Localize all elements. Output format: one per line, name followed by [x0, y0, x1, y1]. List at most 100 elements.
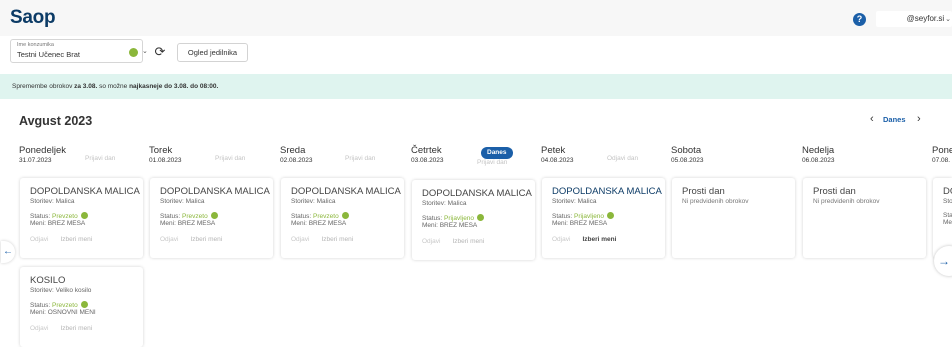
meal-title: DOPOLDANSKA MALICA [422, 188, 532, 199]
chevron-down-icon: ⌄ [945, 16, 951, 23]
day-date: 05.08.2023 [671, 157, 704, 164]
unregister-button[interactable]: Odjavi [30, 236, 48, 243]
today-badge: Danes [481, 147, 513, 159]
status-label: Status: [30, 302, 53, 309]
day-name: Torek [149, 145, 173, 156]
day-header-next-monday: Pone 07.08. [932, 145, 952, 164]
meal-menu: Meni: BREZ MESA [422, 222, 525, 229]
choose-menu-button[interactable]: Izberi meni [582, 236, 616, 243]
choose-menu-button[interactable]: Izberi meni [190, 236, 222, 243]
meal-title: DOPOLDANSKA MALICA [291, 186, 401, 197]
user-menu[interactable]: @seyfor.si⌄ [876, 11, 952, 27]
register-day-button[interactable]: Prijavi dan [85, 155, 115, 162]
meal-menu: Meni: BREZ MESA [160, 220, 263, 227]
meal-card[interactable]: DOPOLDANSKA MALICA Storitev: Malica Stat… [542, 178, 665, 258]
register-day-button[interactable]: Prijavi dan [477, 159, 507, 166]
check-circle-icon [341, 212, 349, 219]
check-circle-icon [129, 48, 138, 57]
view-menu-button[interactable]: Ogled jedilnika [177, 43, 248, 62]
meal-menu: Meni: BREZ MESA [552, 220, 655, 227]
chevron-left-icon[interactable]: ‹ [870, 113, 874, 125]
day-name: Ponedeljek [19, 145, 67, 156]
day-name: Nedelja [802, 145, 835, 156]
menu-label: Meni: [422, 222, 440, 229]
day-date: 31.07.2023 [19, 157, 52, 164]
meal-actions: Odjavi Izberi meni [422, 238, 525, 245]
meal-title: KOSILO [30, 275, 66, 286]
free-day-text: Ni predvidenih obrokov [813, 198, 880, 205]
meal-service: Sto [943, 198, 952, 205]
free-day-text: Ni predvidenih obrokov [682, 198, 749, 205]
unregister-day-button[interactable]: Odjavi dan [607, 155, 638, 162]
meal-status: Status: Prijavljeno [422, 214, 525, 222]
meal-status: Status: Prevzeto [291, 212, 394, 220]
chevron-down-icon: ⌄ [142, 48, 148, 55]
day-date: 01.08.2023 [149, 157, 182, 164]
consumer-select-value: Testni Učenec Brat [17, 50, 80, 59]
day-date: 02.08.2023 [280, 157, 313, 164]
meal-card[interactable]: KOSILO Storitev: Veliko kosilo Status: P… [20, 267, 143, 347]
choose-menu-button[interactable]: Izberi meni [60, 236, 92, 243]
meal-service: Storitev: Malica [422, 200, 467, 207]
unregister-button[interactable]: Odjavi [422, 238, 440, 245]
meal-actions: Odjavi Izberi meni [552, 236, 655, 243]
menu-value: BREZ MESA [177, 220, 216, 227]
meal-actions: Odjavi Izberi meni [291, 236, 394, 243]
meal-card[interactable]: DOPOLDANSKA MALICA Storitev: Malica Stat… [281, 178, 404, 258]
notice-text-1: Spremembe obrokov [12, 83, 75, 90]
meal-status: Sta [943, 212, 952, 219]
refresh-icon[interactable]: ⟳ [151, 43, 169, 61]
unregister-button[interactable]: Odjavi [160, 236, 178, 243]
help-icon[interactable]: ? [853, 13, 866, 26]
today-button[interactable]: Danes [883, 115, 906, 124]
meal-card[interactable]: DOPOLDANSKA MALICA Storitev: Malica Stat… [412, 180, 535, 260]
status-label: Status: [291, 213, 314, 220]
menu-value: BREZ MESA [569, 220, 608, 227]
check-circle-icon [476, 214, 484, 221]
day-header-friday: Petek 04.08.2023 Odjavi dan [541, 145, 669, 164]
unregister-button[interactable]: Odjavi [291, 236, 309, 243]
saop-logo[interactable]: Saop [10, 7, 56, 29]
day-date: 03.08.2023 [411, 157, 444, 164]
menu-label: Meni: [552, 220, 570, 227]
meal-title: DO [943, 186, 952, 197]
meal-service: Storitev: Veliko kosilo [30, 287, 92, 294]
free-day-card: Prosti dan Ni predvidenih obrokov [803, 178, 926, 258]
day-name: Petek [541, 145, 566, 156]
menu-label: Meni: [30, 220, 48, 227]
unregister-button[interactable]: Odjavi [552, 236, 570, 243]
arrow-right-icon[interactable]: → [934, 246, 952, 276]
consumer-select[interactable]: Ime konzumika Testni Učenec Brat ⌄ [10, 39, 148, 63]
menu-value: BREZ MESA [439, 222, 478, 229]
register-day-button[interactable]: Prijavi dan [345, 155, 375, 162]
notice-deadline: najkasneje do 3.08. do 08:00. [129, 83, 219, 90]
arrow-left-icon[interactable]: ← [1, 241, 15, 263]
status-value: Prijavljeno [574, 213, 605, 220]
status-label: Status: [552, 213, 575, 220]
unregister-button[interactable]: Odjavi [30, 325, 48, 332]
day-header-monday: Ponedeljek 31.07.2023 Prijavi dan [19, 145, 147, 164]
meal-status: Status: Prevzeto [30, 301, 133, 309]
menu-value: BREZ MESA [47, 220, 86, 227]
meal-status: Status: Prijavljeno [552, 212, 655, 220]
meal-service: Storitev: Malica [160, 198, 205, 205]
status-value: Prijavljeno [444, 215, 475, 222]
meal-card[interactable]: DOPOLDANSKA MALICA Storitev: Malica Stat… [150, 178, 273, 258]
chevron-right-icon[interactable]: › [917, 113, 921, 125]
meal-card[interactable]: DOPOLDANSKA MALICA Storitev: Malica Stat… [20, 178, 143, 258]
menu-label: Meni: [291, 220, 309, 227]
day-header-saturday: Sobota 05.08.2023 [671, 145, 799, 164]
choose-menu-button[interactable]: Izberi meni [60, 325, 92, 332]
register-day-button[interactable]: Prijavi dan [215, 155, 245, 162]
meal-actions: Odjavi Izberi meni [30, 325, 133, 332]
choose-menu-button[interactable]: Izberi meni [321, 236, 353, 243]
notice-date: za 3.08. [74, 83, 98, 90]
status-value: Prevzeto [52, 213, 78, 220]
consumer-select-label: Ime konzumika [17, 42, 54, 48]
menu-value: BREZ MESA [308, 220, 347, 227]
day-name: Sobota [671, 145, 702, 156]
top-bar: Saop ? @seyfor.si⌄ [0, 0, 952, 36]
choose-menu-button[interactable]: Izberi meni [452, 238, 484, 245]
meal-actions: Odjavi Izberi meni [30, 236, 133, 243]
change-deadline-notice: Spremembe obrokov za 3.08. so možne najk… [0, 74, 952, 99]
